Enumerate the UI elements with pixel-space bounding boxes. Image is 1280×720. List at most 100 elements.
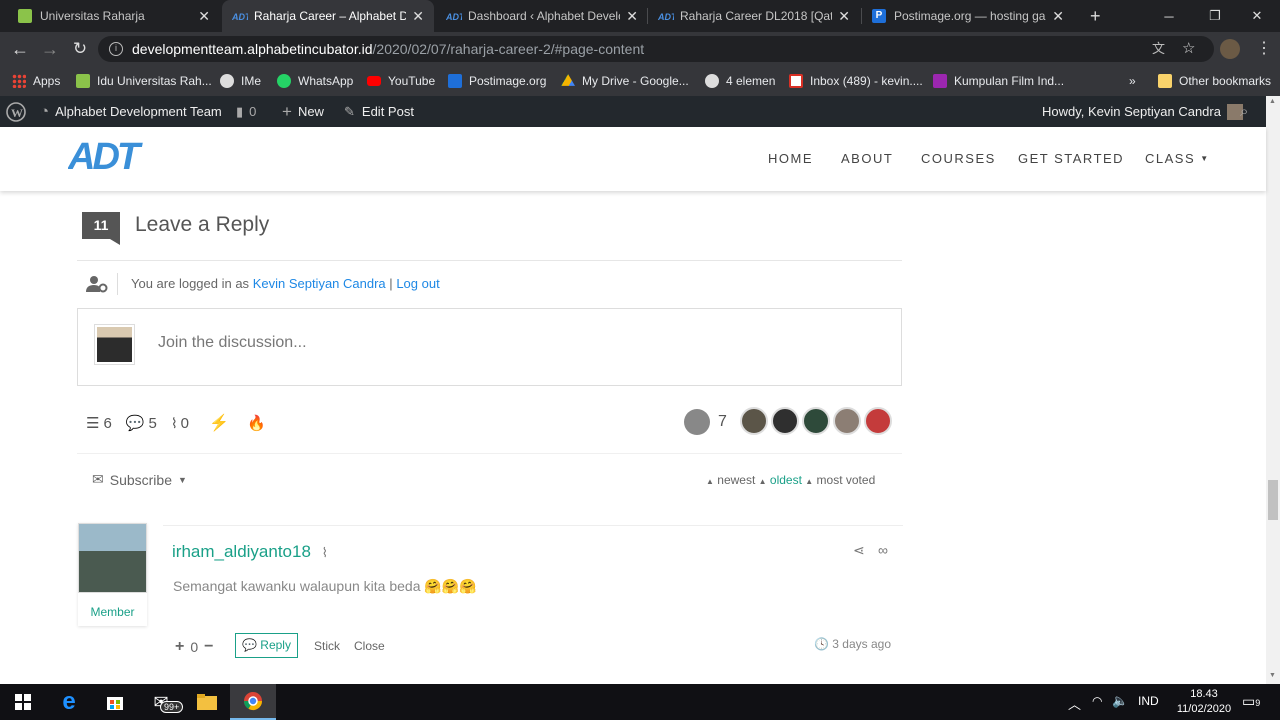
close-link[interactable]: Close xyxy=(354,639,385,653)
close-tab-icon[interactable]: ✕ xyxy=(198,8,210,25)
new-tab-button[interactable]: + xyxy=(1080,0,1108,32)
tab-career-dl2018[interactable]: ADT Raharja Career DL2018 [Qathru ✕ xyxy=(648,0,860,32)
minimize-icon[interactable]: ─ xyxy=(1146,0,1192,32)
new-label: New xyxy=(297,104,324,119)
adt-logo[interactable]: ADT xyxy=(67,136,158,178)
bookmark-idu[interactable]: Idu Universitas Rah... xyxy=(76,72,212,90)
translate-icon[interactable]: 文 xyxy=(1152,36,1165,62)
notification-center-icon[interactable]: ▭9 xyxy=(1242,693,1260,710)
stick-link[interactable]: Stick xyxy=(314,639,340,653)
bookmark-other[interactable]: Other bookmarks xyxy=(1158,72,1271,90)
vote-down-icon[interactable]: − xyxy=(204,638,213,656)
windows-start-icon[interactable] xyxy=(0,684,46,720)
menu-home[interactable]: HOME xyxy=(768,151,813,166)
bookmark-youtube[interactable]: YouTube xyxy=(367,72,435,90)
sort-oldest[interactable]: oldest xyxy=(770,473,802,487)
menu-courses[interactable]: COURSES xyxy=(921,151,996,166)
bookmark-4-elemen[interactable]: 4 elemen xyxy=(705,72,775,90)
author-avatar[interactable] xyxy=(864,407,892,435)
clock-date: 11/02/2020 xyxy=(1176,703,1232,715)
menu-kebab-icon[interactable]: ⋮ xyxy=(1256,39,1272,59)
wp-account[interactable]: Howdy, Kevin Septiyan Candra xyxy=(1042,96,1243,127)
sort-most-voted[interactable]: most voted xyxy=(817,473,876,487)
fire-icon[interactable]: 🔥 xyxy=(247,414,266,432)
share-icon[interactable]: ⋖ xyxy=(853,542,865,559)
chrome-taskbar-icon[interactable] xyxy=(230,684,276,720)
profile-avatar[interactable] xyxy=(1220,39,1240,59)
close-tab-icon[interactable]: ✕ xyxy=(838,8,850,25)
close-tab-icon[interactable]: ✕ xyxy=(1052,8,1064,25)
forward-arrow-icon[interactable]: → xyxy=(38,37,62,61)
author-avatar[interactable] xyxy=(771,407,799,435)
adt-icon: ADT xyxy=(231,9,252,23)
edge-icon[interactable]: e xyxy=(46,684,92,720)
close-tab-icon[interactable]: ✕ xyxy=(626,8,638,25)
scroll-thumb[interactable] xyxy=(1268,480,1278,520)
link-icon[interactable]: ∞ xyxy=(878,542,888,558)
language-indicator[interactable]: IND xyxy=(1138,694,1159,708)
logged-in-user-link[interactable]: Kevin Septiyan Candra xyxy=(253,276,386,291)
bookmark-postimage[interactable]: Postimage.org xyxy=(448,72,546,90)
menu-about[interactable]: ABOUT xyxy=(841,151,893,166)
bookmark-label: IMe xyxy=(241,74,262,88)
menu-get-started[interactable]: GET STARTED xyxy=(1018,151,1124,166)
scroll-down-icon[interactable]: ▼ xyxy=(1269,672,1276,679)
reload-icon[interactable]: ↻ xyxy=(68,37,92,61)
page-scrollbar[interactable]: ▲ ▼ xyxy=(1266,96,1280,684)
scroll-up-icon[interactable]: ▲ xyxy=(1269,98,1276,105)
subscribe-dropdown[interactable]: ✉ Subscribe ▼ xyxy=(92,471,187,488)
svg-text:ADT: ADT xyxy=(68,137,143,173)
window-close-icon[interactable]: ✕ xyxy=(1234,0,1280,32)
replies-count: 5 xyxy=(148,414,157,432)
info-icon[interactable]: i xyxy=(109,42,123,56)
bookmark-film[interactable]: Kumpulan Film Ind... xyxy=(933,72,1064,90)
comment-author-name[interactable]: irham_aldiyanto18 xyxy=(172,542,311,561)
address-bar[interactable]: i developmentteam.alphabetincubator.id/2… xyxy=(98,36,1214,62)
plus-icon: + xyxy=(282,101,292,121)
wordpress-logo-icon[interactable]: W xyxy=(6,96,26,127)
tab-universitas-raharja[interactable]: Universitas Raharja ✕ xyxy=(8,0,220,32)
tab-dashboard[interactable]: ADT Dashboard ‹ Alphabet Develop ✕ xyxy=(436,0,648,32)
tab-postimage[interactable]: P Postimage.org — hosting gam ✕ xyxy=(862,0,1074,32)
vote-up-icon[interactable]: + xyxy=(175,638,184,656)
bookmark-inbox[interactable]: Inbox (489) - kevin.... xyxy=(789,72,923,90)
rss-icon[interactable]: ⌇ xyxy=(322,545,328,560)
comment-author-avatar[interactable] xyxy=(78,523,147,593)
logged-in-prefix: You are logged in as xyxy=(131,276,250,291)
wifi-icon[interactable]: ◠ xyxy=(1092,694,1102,708)
wp-edit-post[interactable]: ✎ Edit Post xyxy=(344,96,414,127)
author-avatar[interactable] xyxy=(802,407,830,435)
store-icon[interactable] xyxy=(92,684,138,720)
mail-app-icon[interactable]: ✉ 99+ xyxy=(138,684,184,720)
search-icon[interactable]: ⌕ xyxy=(1240,96,1248,127)
bookmarks-overflow-button[interactable]: » xyxy=(1129,72,1136,90)
reply-button[interactable]: 💬 Reply xyxy=(235,633,298,658)
bookmark-label: YouTube xyxy=(388,74,436,88)
followers-rss-icon: ⌇ xyxy=(170,414,178,431)
hot-bolt-icon[interactable]: ⚡ xyxy=(209,413,229,433)
tray-chevron-icon[interactable]: ︿ xyxy=(1068,694,1081,713)
bookmark-apps[interactable]: Apps xyxy=(12,72,60,90)
sort-newest[interactable]: newest xyxy=(717,473,755,487)
logout-link[interactable]: Log out xyxy=(396,276,439,291)
tab-raharja-career[interactable]: ADT Raharja Career – Alphabet Dev ✕ xyxy=(222,0,434,32)
reply-bubble-icon: 💬 xyxy=(242,638,257,652)
file-explorer-icon[interactable] xyxy=(184,684,230,720)
author-avatar[interactable] xyxy=(740,407,768,435)
author-avatar[interactable] xyxy=(833,407,861,435)
bookmark-whatsapp[interactable]: WhatsApp xyxy=(277,72,353,90)
bookmark-ime[interactable]: IMe xyxy=(220,72,261,90)
wp-site-name[interactable]: ◔ Alphabet Development Team xyxy=(40,96,222,127)
clock[interactable]: 18.43 11/02/2020 xyxy=(1172,687,1236,717)
back-arrow-icon[interactable]: ← xyxy=(8,37,32,61)
restore-icon[interactable]: ❐ xyxy=(1192,0,1238,32)
wp-new[interactable]: + New xyxy=(282,96,324,127)
bookmark-label: Inbox (489) - kevin.... xyxy=(810,74,923,88)
volume-icon[interactable]: 🔈 xyxy=(1112,693,1128,709)
comment-editor[interactable]: Join the discussion... xyxy=(77,308,902,386)
close-tab-icon[interactable]: ✕ xyxy=(412,8,424,25)
star-bookmark-icon[interactable]: ☆ xyxy=(1182,36,1195,62)
wp-comments[interactable]: ▮ 0 xyxy=(236,96,256,127)
bookmark-drive[interactable]: My Drive - Google... xyxy=(561,72,689,90)
menu-class[interactable]: CLASS ▼ xyxy=(1145,151,1210,166)
